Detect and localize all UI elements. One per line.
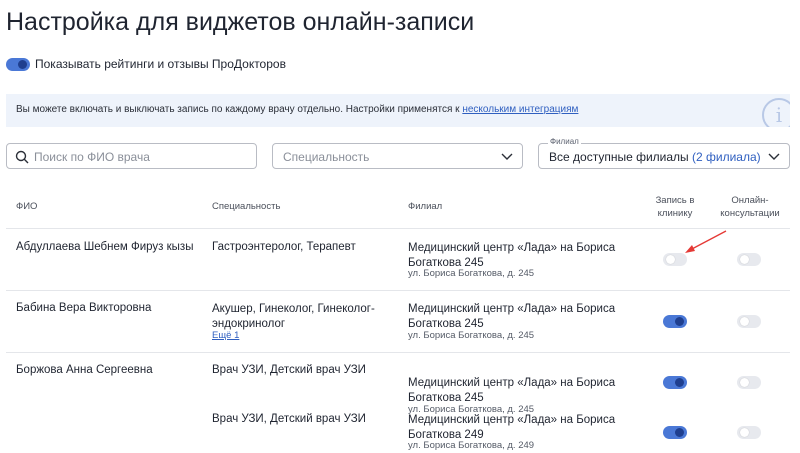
toggle-knob — [740, 255, 749, 264]
filial-address: ул. Бориса Богаткова, д. 249 — [408, 440, 535, 451]
show-ratings-toggle[interactable] — [6, 58, 30, 71]
column-header-filial: Филиал — [408, 201, 443, 212]
filial-count: (2 филиала) — [692, 150, 761, 164]
info-banner-text: Вы можете включать и выключать запись по… — [16, 104, 578, 115]
doctor-name: Боржова Анна Сергеевна — [16, 364, 153, 376]
filial-address: ул. Бориса Богаткова, д. 245 — [408, 330, 535, 341]
doctor-specialty: Акушер, Гинеколог, Гинеколог-эндокриноло… — [212, 303, 375, 330]
search-field[interactable]: Поиск по ФИО врача — [6, 143, 257, 169]
filial-name: Медицинский центр «Лада» на Бориса Богат… — [408, 377, 616, 404]
filial-select[interactable]: Все доступные филиалы (2 филиала) — [538, 143, 790, 169]
show-ratings-label: Показывать рейтинги и отзывы ПроДокторов — [35, 57, 286, 71]
toggle-knob — [666, 255, 675, 264]
toggle-knob — [18, 60, 27, 69]
column-header-fio: ФИО — [16, 201, 38, 212]
filial-value-text: Все доступные филиалы — [549, 150, 689, 164]
toggle-knob — [740, 428, 749, 437]
toggle-knob — [740, 378, 749, 387]
filial-address: ул. Бориса Богаткова, д. 245 — [408, 268, 535, 279]
column-header-online: Онлайн-консультации — [720, 195, 780, 219]
arrow-annotation — [685, 230, 727, 253]
doctor-specialty: Врач УЗИ, Детский врач УЗИ — [212, 364, 366, 376]
online-consultation-toggle[interactable] — [737, 315, 761, 328]
doctor-specialty: Врач УЗИ, Детский врач УЗИ — [212, 413, 366, 425]
filial-name: Медицинский центр «Лада» на Бориса Богат… — [408, 242, 616, 269]
row-divider — [6, 352, 790, 353]
filial-label: Филиал — [548, 137, 581, 146]
online-consultation-toggle[interactable] — [737, 376, 761, 389]
clinic-booking-toggle[interactable] — [663, 315, 687, 328]
online-consultation-toggle[interactable] — [737, 426, 761, 439]
column-header-clinic: Запись в клинику — [655, 195, 695, 219]
info-banner: Вы можете включать и выключать запись по… — [6, 94, 790, 127]
more-specialties-link[interactable]: Ещё 1 — [212, 330, 239, 341]
filial-value: Все доступные филиалы (2 филиала) — [549, 150, 761, 164]
chevron-down-icon — [768, 153, 780, 160]
header-divider — [6, 228, 790, 229]
online-consultation-toggle[interactable] — [737, 253, 761, 266]
row-divider — [6, 290, 790, 291]
filial-name: Медицинский центр «Лада» на Бориса Богат… — [408, 303, 616, 330]
doctor-name: Бабина Вера Викторовна — [16, 302, 152, 314]
chevron-down-icon — [501, 153, 513, 160]
doctor-specialty: Гастроэнтеролог, Терапевт — [212, 241, 356, 253]
info-banner-message: Вы можете включать и выключать запись по… — [16, 104, 463, 115]
integrations-link[interactable]: нескольким интеграциям — [462, 104, 578, 115]
column-header-specialty: Специальность — [212, 201, 281, 212]
info-icon: i — [762, 98, 790, 127]
filial-name: Медицинский центр «Лада» на Бориса Богат… — [408, 414, 616, 441]
specialty-select[interactable]: Специальность — [272, 143, 523, 169]
page-title: Настройка для виджетов онлайн-записи — [6, 8, 475, 36]
doctor-name: Абдуллаева Шебнем Фируз кызы — [16, 241, 194, 253]
search-icon — [15, 150, 29, 164]
specialty-placeholder: Специальность — [283, 150, 370, 164]
clinic-booking-toggle[interactable] — [663, 426, 687, 439]
search-input[interactable]: Поиск по ФИО врача — [34, 150, 150, 164]
toggle-knob — [740, 317, 749, 326]
toggle-knob — [675, 317, 684, 326]
clinic-booking-toggle[interactable] — [663, 376, 687, 389]
toggle-knob — [675, 428, 684, 437]
toggle-knob — [675, 378, 684, 387]
